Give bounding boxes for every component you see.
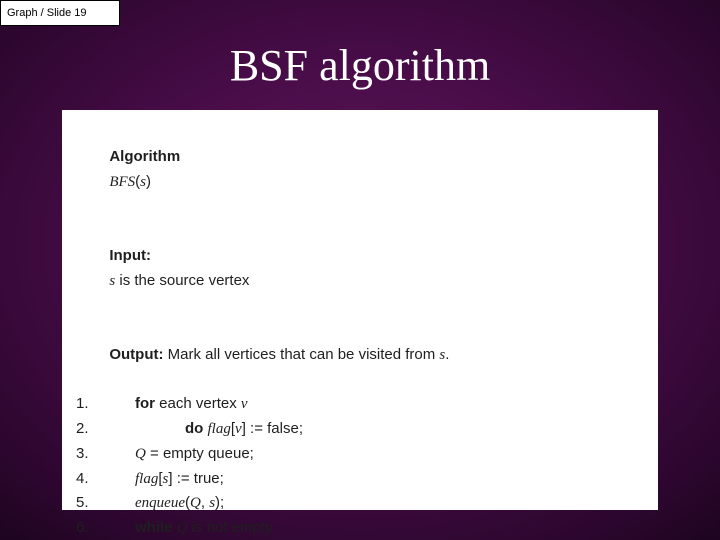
line-number: 3. <box>76 442 110 467</box>
algorithm-label: Algorithm <box>109 148 180 165</box>
line-body: while Q is not empty <box>110 516 644 540</box>
line-body: Q = empty queue; <box>110 442 644 467</box>
algo-header-algorithm: Algorithm BFS(s) <box>76 120 644 219</box>
line-number: 6. <box>76 516 110 540</box>
algorithm-box: Algorithm BFS(s) Input: s is the source … <box>62 110 658 510</box>
input-label: Input: <box>109 247 151 264</box>
algo-header-output-text: Output: Mark all vertices that can be vi… <box>76 318 644 392</box>
algo-line: 2. do flag[v] := false; <box>76 417 644 442</box>
algo-header-algorithm-text: Algorithm BFS(s) <box>76 120 644 219</box>
slide-number-label: Graph / Slide 19 <box>0 0 120 26</box>
line-number: 5. <box>76 491 110 516</box>
algo-line: 1. for each vertex v <box>76 392 644 417</box>
line-body: do flag[v] := false; <box>110 417 644 442</box>
input-rest: is the source vertex <box>115 272 249 289</box>
line-number: 2. <box>76 417 110 442</box>
algorithm-arg: s <box>140 174 146 190</box>
line-body: enqueue(Q, s); <box>110 491 644 516</box>
output-label: Output: <box>109 346 163 363</box>
algo-header-output: Output: Mark all vertices that can be vi… <box>76 318 644 392</box>
output-rest: Mark all vertices that can be visited fr… <box>163 346 439 363</box>
slide-title: BSF algorithm <box>0 40 720 91</box>
algo-header-input: Input: s is the source vertex <box>76 219 644 318</box>
line-body: flag[s] := true; <box>110 467 644 492</box>
algo-line: 6. while Q is not empty <box>76 516 644 540</box>
algo-header-input-text: Input: s is the source vertex <box>76 219 644 318</box>
algo-line: 4. flag[s] := true; <box>76 467 644 492</box>
line-number: 1. <box>76 392 110 417</box>
line-body: for each vertex v <box>110 392 644 417</box>
line-number: 4. <box>76 467 110 492</box>
algo-line: 3. Q = empty queue; <box>76 442 644 467</box>
output-var: s <box>439 347 445 363</box>
slide: Graph / Slide 19 BSF algorithm Algorithm… <box>0 0 720 540</box>
algo-line: 5. enqueue(Q, s); <box>76 491 644 516</box>
algorithm-name: BFS <box>109 174 135 190</box>
algorithm-lines: Why use queue? Need FIFO 1. for each ver… <box>76 392 644 540</box>
